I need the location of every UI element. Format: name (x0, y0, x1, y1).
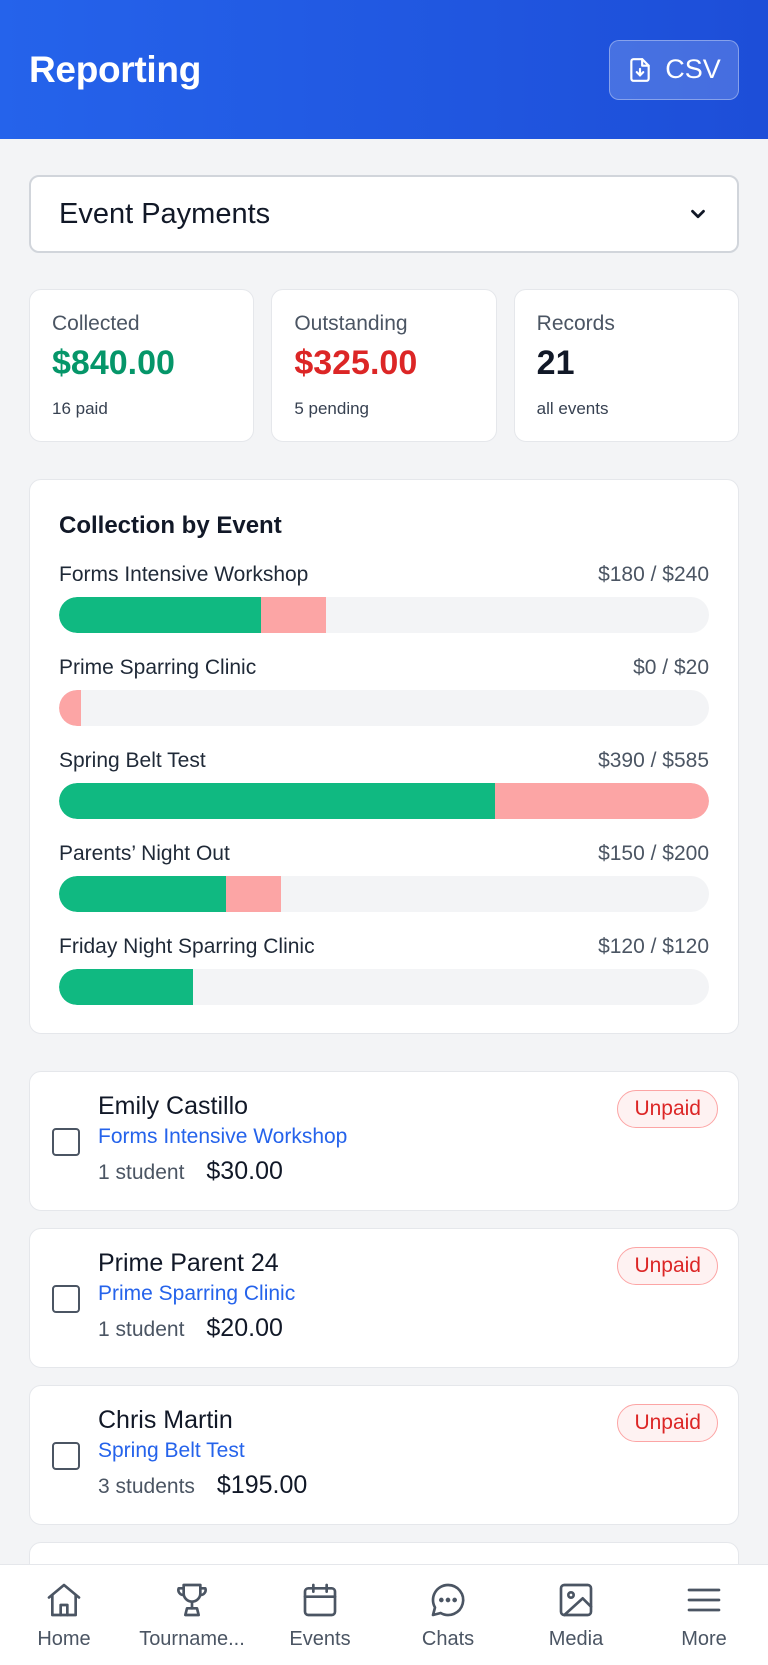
outstanding-segment (59, 690, 82, 726)
progress-track (59, 783, 709, 819)
paid-segment (59, 783, 495, 819)
payment-record[interactable]: Prime Parent 24 Prime Sparring Clinic 1 … (29, 1228, 739, 1368)
event-link[interactable]: Spring Belt Test (98, 1439, 718, 1463)
app-header: Reporting CSV (0, 0, 768, 139)
bottom-nav: Home Tourname... Events Chats Media More (0, 1564, 768, 1665)
nav-label: More (681, 1627, 727, 1650)
event-bar-row: Parents’ Night Out $150 / $200 (59, 842, 709, 912)
outstanding-segment (226, 876, 282, 912)
event-amount: $150 / $200 (598, 842, 709, 865)
event-name: Parents’ Night Out (59, 842, 230, 865)
payment-amount: $195.00 (216, 1471, 308, 1499)
event-bar-row: Spring Belt Test $390 / $585 (59, 749, 709, 819)
event-link[interactable]: Prime Sparring Clinic (98, 1282, 718, 1306)
event-name: Spring Belt Test (59, 749, 206, 772)
payment-amount: $20.00 (206, 1314, 283, 1342)
collection-by-event-card: Collection by Event Forms Intensive Work… (29, 479, 739, 1034)
file-download-icon (630, 57, 650, 82)
payment-records-list: Emily Castillo Forms Intensive Workshop … (29, 1071, 739, 1582)
nav-more[interactable]: More (640, 1565, 768, 1665)
student-count: 3 students (98, 1475, 195, 1498)
outstanding-segment (494, 783, 709, 819)
event-amount: $120 / $120 (598, 935, 709, 958)
progress-track (59, 969, 709, 1005)
trophy-icon (177, 1583, 207, 1616)
chevron-down-icon (691, 209, 705, 219)
event-amount: $390 / $585 (598, 749, 709, 772)
stat-label: Collected (52, 312, 140, 335)
select-checkbox[interactable] (52, 1285, 80, 1313)
event-name: Forms Intensive Workshop (59, 563, 309, 586)
collection-bars: Forms Intensive Workshop $180 / $240 Pri… (59, 563, 709, 1005)
stat-collected: Collected $840.00 16 paid (29, 289, 255, 442)
stat-sub: all events (536, 399, 609, 418)
student-count: 1 student (98, 1318, 185, 1341)
status-badge: Unpaid (617, 1404, 718, 1442)
nav-events[interactable]: Events (256, 1565, 384, 1665)
stat-records: Records 21 all events (513, 289, 739, 442)
nav-label: Events (289, 1627, 351, 1650)
event-amount: $180 / $240 (598, 563, 709, 586)
payment-record[interactable]: Chris Martin Spring Belt Test 3 students… (29, 1385, 739, 1525)
event-bar-row: Friday Night Sparring Clinic $120 / $120 (59, 935, 709, 1005)
nav-label: Chats (421, 1627, 475, 1650)
select-checkbox[interactable] (52, 1442, 80, 1470)
event-amount: $0 / $20 (633, 656, 709, 679)
nav-tournaments[interactable]: Tourname... (128, 1565, 256, 1665)
stat-sub: 5 pending (294, 399, 370, 418)
nav-home[interactable]: Home (0, 1565, 128, 1665)
stat-value: 21 (536, 344, 575, 382)
select-checkbox[interactable] (52, 1128, 80, 1156)
payment-record[interactable]: Emily Castillo Forms Intensive Workshop … (29, 1071, 739, 1211)
page-title: Reporting (29, 48, 202, 90)
collection-title: Collection by Event (59, 512, 282, 539)
stat-value: $325.00 (294, 344, 418, 382)
status-badge: Unpaid (617, 1090, 718, 1128)
progress-track (59, 876, 709, 912)
image-icon (559, 1583, 593, 1616)
progress-track (59, 690, 709, 726)
home-icon (47, 1583, 81, 1616)
nav-label: Home (37, 1627, 91, 1650)
outstanding-segment (260, 597, 326, 633)
paid-segment (59, 876, 227, 912)
stat-label: Records (536, 312, 615, 335)
payment-amount: $30.00 (206, 1157, 283, 1185)
student-count: 1 student (98, 1161, 185, 1184)
main-content: Event Payments Collected $840.00 16 paid… (0, 139, 768, 1582)
paid-segment (59, 969, 193, 1005)
event-link[interactable]: Forms Intensive Workshop (98, 1125, 718, 1149)
menu-icon (687, 1588, 721, 1611)
export-csv-label: CSV (665, 54, 721, 84)
stat-value: $840.00 (52, 344, 175, 382)
stat-label: Outstanding (294, 312, 408, 335)
nav-media[interactable]: Media (512, 1565, 640, 1665)
nav-label: Tourname... (139, 1627, 245, 1650)
report-type-select[interactable]: Event Payments (29, 175, 739, 253)
calendar-icon (303, 1583, 337, 1616)
export-csv-button[interactable]: CSV (609, 39, 739, 100)
progress-track (59, 597, 709, 633)
summary-stats: Collected $840.00 16 paid Outstanding $3… (29, 289, 739, 442)
status-badge: Unpaid (617, 1247, 718, 1285)
event-name: Friday Night Sparring Clinic (59, 935, 315, 958)
event-bar-row: Prime Sparring Clinic $0 / $20 (59, 656, 709, 726)
chat-icon (431, 1583, 465, 1616)
event-name: Prime Sparring Clinic (59, 656, 257, 679)
nav-chats[interactable]: Chats (384, 1565, 512, 1665)
paid-segment (59, 597, 261, 633)
report-type-value: Event Payments (59, 197, 271, 230)
stat-sub: 16 paid (52, 399, 108, 418)
stat-outstanding: Outstanding $325.00 5 pending (271, 289, 497, 442)
nav-label: Media (548, 1627, 604, 1650)
event-bar-row: Forms Intensive Workshop $180 / $240 (59, 563, 709, 633)
